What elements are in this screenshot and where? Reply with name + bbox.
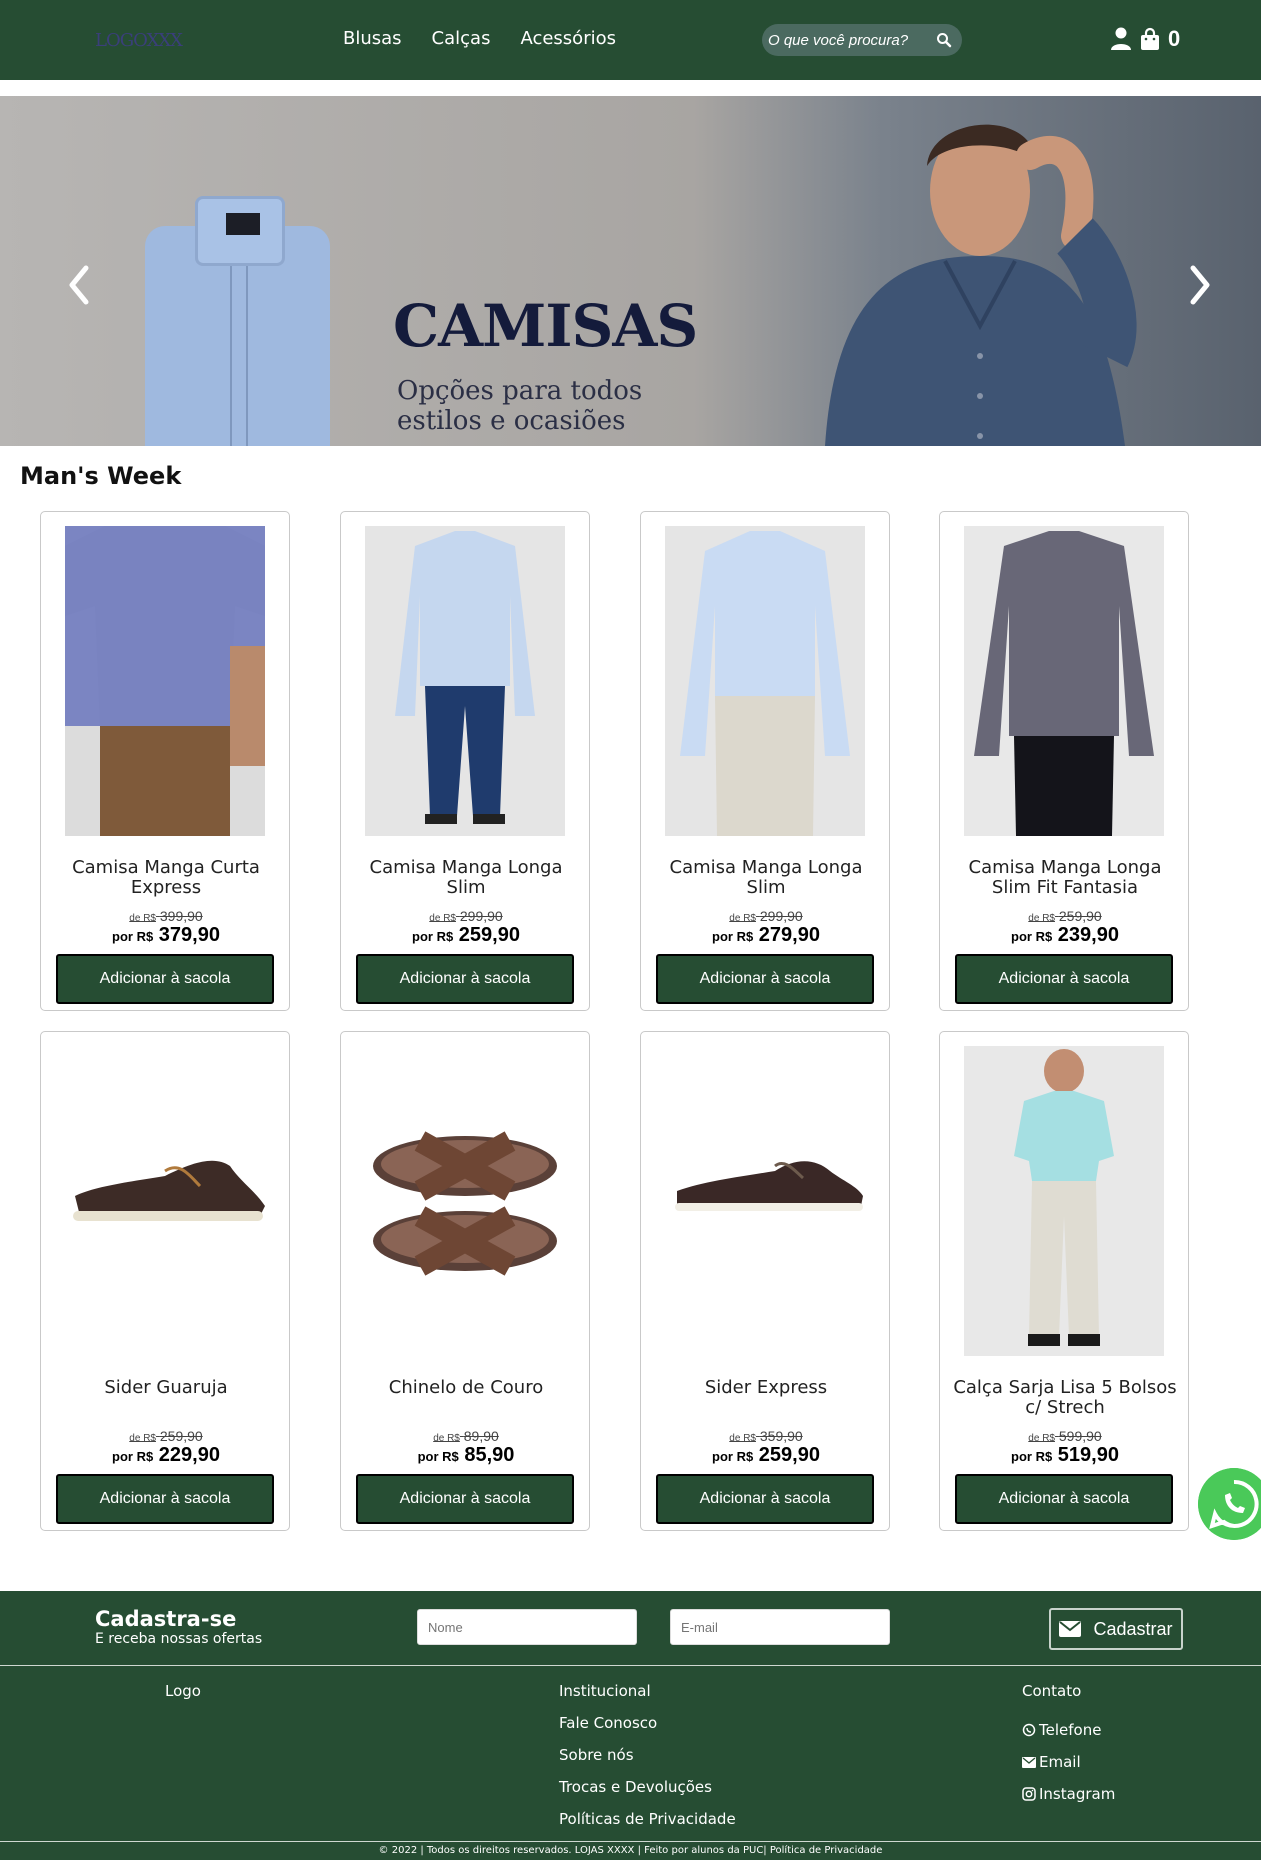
- site-header: LOGOXXX Blusas Calças Acessórios 0: [0, 0, 1261, 80]
- footer-link-sobre-nos[interactable]: Sobre nós: [559, 1746, 736, 1778]
- product-name[interactable]: Calça Sarja Lisa 5 Bolsos c/ Strech: [950, 1378, 1180, 1418]
- product-image[interactable]: [964, 1046, 1164, 1356]
- product-image[interactable]: [65, 1046, 265, 1356]
- product-name[interactable]: Sider Express: [651, 1378, 881, 1398]
- product-price: por R$ 259,90: [412, 924, 520, 946]
- add-to-bag-button[interactable]: Adicionar à sacola: [356, 1474, 574, 1524]
- product-price: por R$ 229,90: [112, 1444, 220, 1466]
- shopping-bag-icon[interactable]: [1140, 27, 1160, 51]
- product-old-price: de R$ 259,90: [129, 1428, 203, 1444]
- carousel-next-icon[interactable]: [1187, 264, 1213, 306]
- product-price: por R$ 259,90: [712, 1444, 820, 1466]
- name-field[interactable]: [417, 1609, 637, 1645]
- product-image[interactable]: [665, 526, 865, 836]
- whatsapp-icon[interactable]: [1198, 1468, 1261, 1540]
- nav-link-calcas[interactable]: Calças: [432, 28, 491, 49]
- product-card[interactable]: Sider Guaruja de R$ 259,90 por R$ 229,90…: [40, 1031, 290, 1531]
- search-input[interactable]: [768, 24, 918, 56]
- product-old-price: de R$ 299,90: [729, 908, 803, 924]
- user-icon[interactable]: [1110, 27, 1132, 51]
- product-name[interactable]: Sider Guaruja: [51, 1378, 281, 1398]
- signup-button[interactable]: Cadastrar: [1049, 1608, 1183, 1650]
- product-name[interactable]: Camisa Manga Longa Slim: [651, 858, 881, 898]
- whatsapp-small-icon: [1022, 1723, 1036, 1737]
- product-image[interactable]: [365, 526, 565, 836]
- signup-label: Cadastrar: [1093, 1618, 1173, 1639]
- product-image[interactable]: [665, 1046, 865, 1356]
- footer-link-privacidade[interactable]: Políticas de Privacidade: [559, 1810, 736, 1842]
- product-price: por R$ 85,90: [417, 1444, 515, 1466]
- product-old-price: de R$ 359,90: [729, 1428, 803, 1444]
- newsletter-bar: Cadastra-se E receba nossas ofertas Cada…: [0, 1591, 1261, 1665]
- footer-link-trocas[interactable]: Trocas e Devoluções: [559, 1778, 736, 1810]
- add-to-bag-button[interactable]: Adicionar à sacola: [656, 954, 874, 1004]
- nav-link-acessorios[interactable]: Acessórios: [520, 28, 616, 49]
- product-old-price: de R$ 599,90: [1028, 1428, 1102, 1444]
- product-price: por R$ 239,90: [1011, 924, 1119, 946]
- envelope-icon: [1022, 1756, 1036, 1768]
- section-title: Man's Week: [20, 462, 182, 490]
- site-logo[interactable]: LOGOXXX: [95, 30, 183, 51]
- instagram-icon: [1022, 1787, 1036, 1801]
- carousel-prev-icon[interactable]: [66, 264, 92, 306]
- add-to-bag-button[interactable]: Adicionar à sacola: [56, 954, 274, 1004]
- footer-contact: Contato Telefone Email Instagram: [1022, 1682, 1115, 1810]
- footer-contact-title: Contato: [1022, 1682, 1082, 1700]
- search-bar: [762, 24, 962, 56]
- add-to-bag-button[interactable]: Adicionar à sacola: [656, 1474, 874, 1524]
- footer-logo[interactable]: Logo: [165, 1682, 201, 1700]
- add-to-bag-button[interactable]: Adicionar à sacola: [356, 954, 574, 1004]
- newsletter-subtitle: E receba nossas ofertas: [95, 1631, 263, 1647]
- footer-link-institucional[interactable]: Institucional: [559, 1682, 736, 1714]
- product-image[interactable]: [365, 1046, 565, 1356]
- product-name[interactable]: Camisa Manga Curta Express: [51, 858, 281, 898]
- product-price: por R$ 379,90: [112, 924, 220, 946]
- email-field[interactable]: [670, 1609, 890, 1645]
- product-card[interactable]: Camisa Manga Curta Express de R$ 399,90 …: [40, 511, 290, 1011]
- product-old-price: de R$ 399,90: [129, 908, 203, 924]
- banner-model-image: [825, 124, 1137, 446]
- nav-link-blusas[interactable]: Blusas: [343, 28, 402, 49]
- product-old-price: de R$ 299,90: [429, 908, 503, 924]
- product-old-price: de R$ 259,90: [1028, 908, 1102, 924]
- product-card[interactable]: Camisa Manga Longa Slim de R$ 299,90 por…: [340, 511, 590, 1011]
- product-price: por R$ 279,90: [712, 924, 820, 946]
- product-card[interactable]: Calça Sarja Lisa 5 Bolsos c/ Strech de R…: [939, 1031, 1189, 1531]
- product-old-price: de R$ 89,90: [433, 1428, 499, 1444]
- product-image[interactable]: [964, 526, 1164, 836]
- header-actions: 0: [1110, 26, 1180, 52]
- main-nav: Blusas Calças Acessórios: [343, 28, 616, 49]
- footer-link-email[interactable]: Email: [1022, 1746, 1115, 1778]
- cart-count[interactable]: 0: [1168, 26, 1180, 52]
- product-name[interactable]: Chinelo de Couro: [351, 1378, 581, 1398]
- copyright-text: © 2022 | Todos os direitos reservados. L…: [0, 1842, 1261, 1860]
- product-image[interactable]: [65, 526, 265, 836]
- banner-title: CAMISAS: [393, 292, 698, 360]
- product-price: por R$ 519,90: [1011, 1444, 1119, 1466]
- search-icon[interactable]: [936, 32, 952, 48]
- footer-institutional: Institucional Fale Conosco Sobre nós Tro…: [559, 1682, 736, 1842]
- footer-link-telefone[interactable]: Telefone: [1022, 1714, 1115, 1746]
- product-name[interactable]: Camisa Manga Longa Slim Fit Fantasia: [950, 858, 1180, 898]
- banner-shirt-image: [145, 196, 330, 446]
- product-card[interactable]: Camisa Manga Longa Slim de R$ 299,90 por…: [640, 511, 890, 1011]
- product-card[interactable]: Sider Express de R$ 359,90 por R$ 259,90…: [640, 1031, 890, 1531]
- product-name[interactable]: Camisa Manga Longa Slim: [351, 858, 581, 898]
- add-to-bag-button[interactable]: Adicionar à sacola: [56, 1474, 274, 1524]
- add-to-bag-button[interactable]: Adicionar à sacola: [955, 1474, 1173, 1524]
- product-card[interactable]: Chinelo de Couro de R$ 89,90 por R$ 85,9…: [340, 1031, 590, 1531]
- footer-link-fale-conosco[interactable]: Fale Conosco: [559, 1714, 736, 1746]
- footer-link-instagram[interactable]: Instagram: [1022, 1778, 1115, 1810]
- add-to-bag-button[interactable]: Adicionar à sacola: [955, 954, 1173, 1004]
- hero-banner[interactable]: CAMISAS Opções para todos estilos e ocas…: [0, 96, 1261, 446]
- site-footer: Logo Institucional Fale Conosco Sobre nó…: [0, 1666, 1261, 1841]
- envelope-icon: [1059, 1621, 1082, 1637]
- product-card[interactable]: Camisa Manga Longa Slim Fit Fantasia de …: [939, 511, 1189, 1011]
- newsletter-title: Cadastra-se: [95, 1607, 237, 1631]
- banner-subtitle: Opções para todos estilos e ocasiões: [397, 376, 643, 436]
